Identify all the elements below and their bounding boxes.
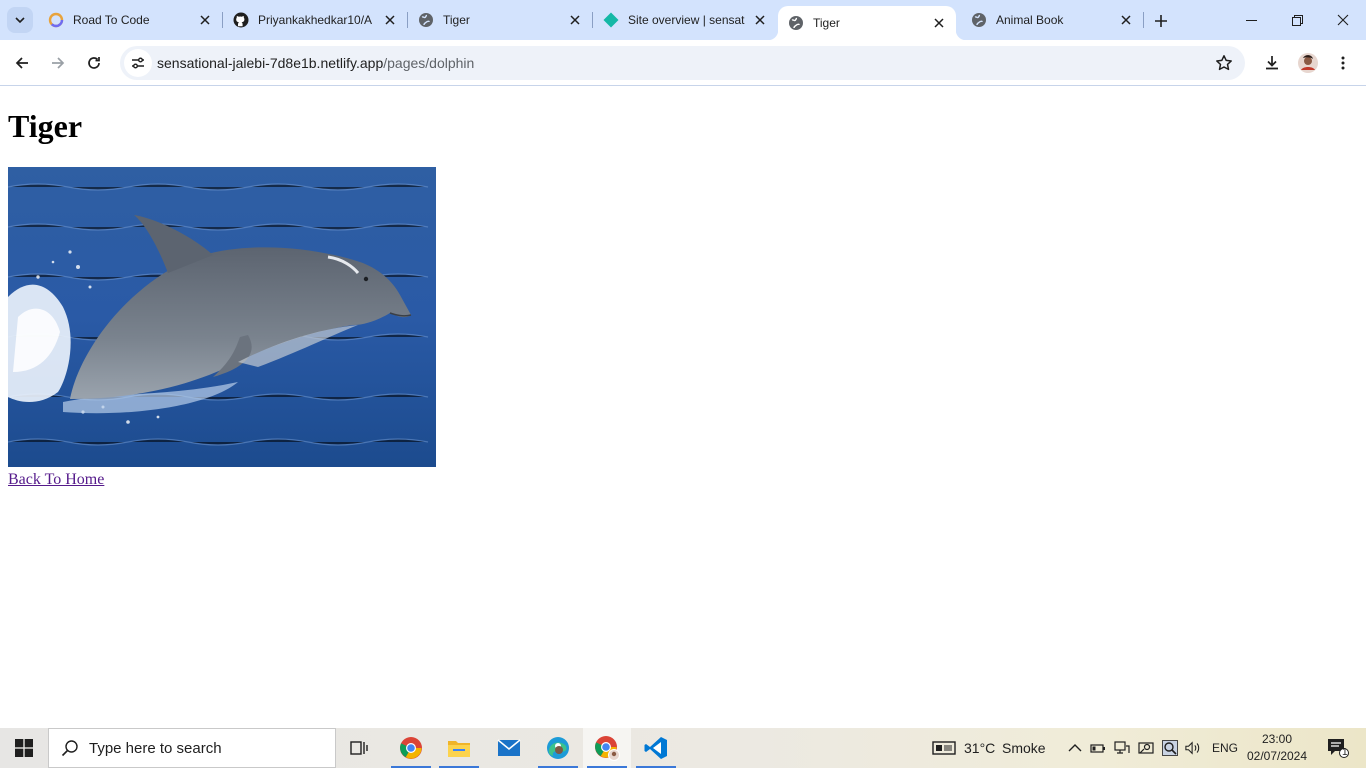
reload-button[interactable]: [78, 47, 110, 79]
url-text[interactable]: sensational-jalebi-7d8e1b.netlify.app/pa…: [157, 55, 474, 71]
meet-now-icon[interactable]: [1138, 740, 1154, 756]
tab-title: Road To Code: [73, 13, 150, 27]
clock-time: 23:00: [1261, 732, 1293, 746]
tab-search-button[interactable]: [7, 7, 33, 33]
back-to-home-link[interactable]: Back To Home: [8, 471, 104, 489]
close-icon[interactable]: [567, 12, 583, 28]
browser-menu-button[interactable]: [1327, 47, 1359, 79]
magnifier-icon[interactable]: [1162, 740, 1178, 756]
minimize-icon: [1245, 19, 1257, 21]
chrome-icon: [400, 737, 422, 759]
mail-button[interactable]: [485, 728, 533, 768]
github-icon: [233, 12, 249, 28]
close-icon[interactable]: [1118, 12, 1134, 28]
url-host: sensational-jalebi-7d8e1b.netlify.app: [157, 55, 384, 71]
windows-logo-icon: [15, 739, 33, 757]
battery-icon[interactable]: [1090, 740, 1106, 756]
input-language[interactable]: ENG: [1212, 741, 1238, 755]
address-bar[interactable]: sensational-jalebi-7d8e1b.netlify.app/pa…: [120, 46, 1245, 80]
close-icon[interactable]: [197, 12, 213, 28]
web-page: Tiger Back To Home: [0, 87, 1366, 728]
restore-icon: [1291, 14, 1303, 26]
windows-taskbar: Type here to search 31°C Smoke ENG 23:00…: [0, 728, 1366, 768]
tab-road-to-code[interactable]: Road To Code: [38, 0, 222, 40]
edge-taskbar-button[interactable]: [534, 728, 582, 768]
tab-title: Site overview | sensat: [628, 13, 745, 27]
file-explorer-button[interactable]: [435, 728, 483, 768]
tab-title: Tiger: [443, 13, 470, 27]
tab-tiger-active[interactable]: Tiger: [768, 6, 966, 40]
close-icon: [1337, 14, 1349, 26]
close-icon[interactable]: [931, 15, 947, 31]
chrome-profile-taskbar-button[interactable]: [583, 728, 631, 768]
kebab-menu-icon: [1341, 56, 1345, 70]
page-title: Tiger: [8, 108, 83, 144]
close-window-button[interactable]: [1320, 0, 1366, 40]
start-button[interactable]: [0, 728, 48, 768]
volume-icon[interactable]: [1185, 740, 1201, 756]
site-info-button[interactable]: [124, 49, 152, 77]
forward-button[interactable]: [42, 47, 74, 79]
tab-netlify-site-overview[interactable]: Site overview | sensat: [593, 0, 777, 40]
chrome-taskbar-button[interactable]: [387, 728, 435, 768]
tab-strip: Road To Code Priyankakhedkar10/A Tiger S…: [0, 0, 1366, 40]
notification-center-button[interactable]: 1: [1318, 728, 1358, 768]
weather-icon[interactable]: [932, 740, 956, 756]
weather-description[interactable]: Smoke: [1002, 740, 1046, 756]
profile-avatar-button[interactable]: [1292, 47, 1324, 79]
chevron-up-icon[interactable]: [1067, 740, 1083, 756]
tab-title: Priyankakhedkar10/A: [258, 13, 373, 27]
weather-temperature[interactable]: 31°C: [964, 740, 995, 756]
globe-icon: [418, 12, 434, 28]
clock[interactable]: 23:00 02/07/2024: [1244, 731, 1310, 765]
task-view-icon: [350, 741, 368, 755]
restore-button[interactable]: [1274, 0, 1320, 40]
arrow-left-icon: [15, 57, 28, 69]
bookmark-star-icon[interactable]: [1215, 54, 1233, 72]
tab-title: Animal Book: [996, 13, 1064, 27]
tab-divider: [1143, 12, 1144, 28]
reload-icon: [88, 57, 100, 69]
chevron-down-icon: [15, 17, 25, 24]
tab-tiger[interactable]: Tiger: [408, 0, 592, 40]
url-path: /pages/dolphin: [383, 55, 475, 71]
taskbar-search-box[interactable]: Type here to search: [48, 728, 336, 768]
dolphin-image: [8, 167, 436, 467]
tune-icon: [132, 57, 144, 69]
new-tab-button[interactable]: [1148, 8, 1174, 34]
close-icon[interactable]: [752, 12, 768, 28]
minimize-button[interactable]: [1228, 0, 1274, 40]
globe-icon: [971, 12, 987, 28]
netlify-icon: [603, 12, 619, 28]
network-icon[interactable]: [1114, 740, 1130, 756]
tab-github[interactable]: Priyankakhedkar10/A: [223, 0, 407, 40]
avatar-icon: [1298, 53, 1318, 73]
notification-count: 1: [1342, 747, 1348, 758]
tab-title: Tiger: [813, 16, 840, 30]
clock-date: 02/07/2024: [1246, 749, 1308, 763]
search-icon: [61, 740, 78, 757]
vscode-icon: [644, 737, 667, 759]
road-to-code-favicon: [48, 12, 64, 28]
vscode-taskbar-button[interactable]: [632, 728, 680, 768]
task-view-button[interactable]: [336, 728, 384, 768]
downloads-button[interactable]: [1256, 47, 1288, 79]
globe-icon: [788, 15, 804, 31]
download-icon: [1266, 56, 1278, 70]
search-placeholder: Type here to search: [89, 739, 222, 757]
chrome-icon: [595, 736, 620, 761]
back-button[interactable]: [6, 47, 38, 79]
close-icon[interactable]: [382, 12, 398, 28]
mail-icon: [497, 739, 521, 756]
plus-icon: [1155, 15, 1167, 27]
arrow-right-icon: [52, 57, 65, 69]
browser-toolbar: sensational-jalebi-7d8e1b.netlify.app/pa…: [0, 40, 1366, 86]
folder-icon: [448, 741, 470, 757]
tab-animal-book[interactable]: Animal Book: [961, 0, 1143, 40]
edge-icon: [547, 737, 569, 759]
